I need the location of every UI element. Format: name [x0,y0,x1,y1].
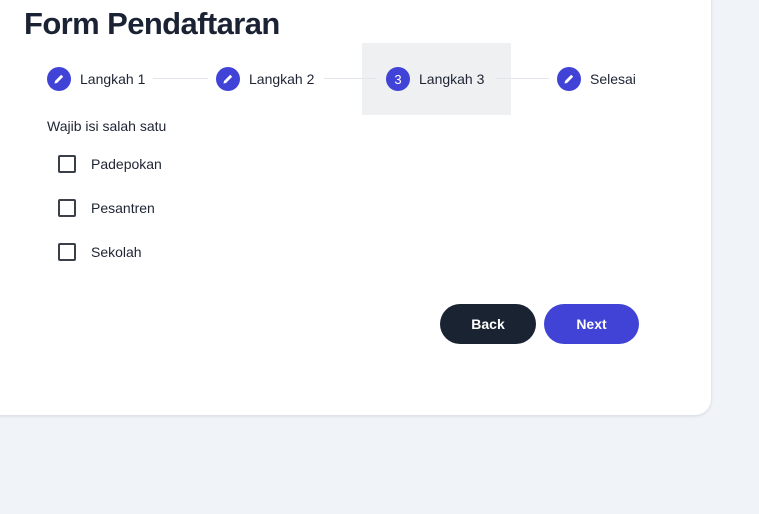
pencil-icon [47,67,71,91]
step-langkah-1[interactable]: Langkah 1 [47,67,145,91]
step-connector [153,78,208,79]
step-selesai[interactable]: Selesai [557,67,636,91]
step-label: Selesai [590,71,636,87]
pencil-icon [557,67,581,91]
checkbox[interactable] [58,155,76,173]
step-langkah-2[interactable]: Langkah 2 [216,67,314,91]
option-pesantren[interactable]: Pesantren [58,199,155,217]
checkbox[interactable] [58,199,76,217]
step-label: Langkah 3 [419,71,485,87]
pencil-icon [216,67,240,91]
checkbox[interactable] [58,243,76,261]
page-title: Form Pendaftaran [24,6,280,41]
option-padepokan[interactable]: Padepokan [58,155,162,173]
step-number: 3 [386,67,410,91]
step-label: Langkah 2 [249,71,315,87]
option-label: Padepokan [91,156,162,172]
step-connector [324,78,377,79]
back-button[interactable]: Back [440,304,536,344]
option-label: Sekolah [91,244,142,260]
step-label: Langkah 1 [80,71,146,87]
required-hint: Wajib isi salah satu [47,118,167,134]
stepper: Langkah 1 Langkah 2 3 Langkah 3 Selesai [0,43,711,115]
step-langkah-3[interactable]: 3 Langkah 3 [386,67,484,91]
next-button[interactable]: Next [544,304,639,344]
option-label: Pesantren [91,200,155,216]
option-sekolah[interactable]: Sekolah [58,243,142,261]
step-connector [496,78,549,79]
